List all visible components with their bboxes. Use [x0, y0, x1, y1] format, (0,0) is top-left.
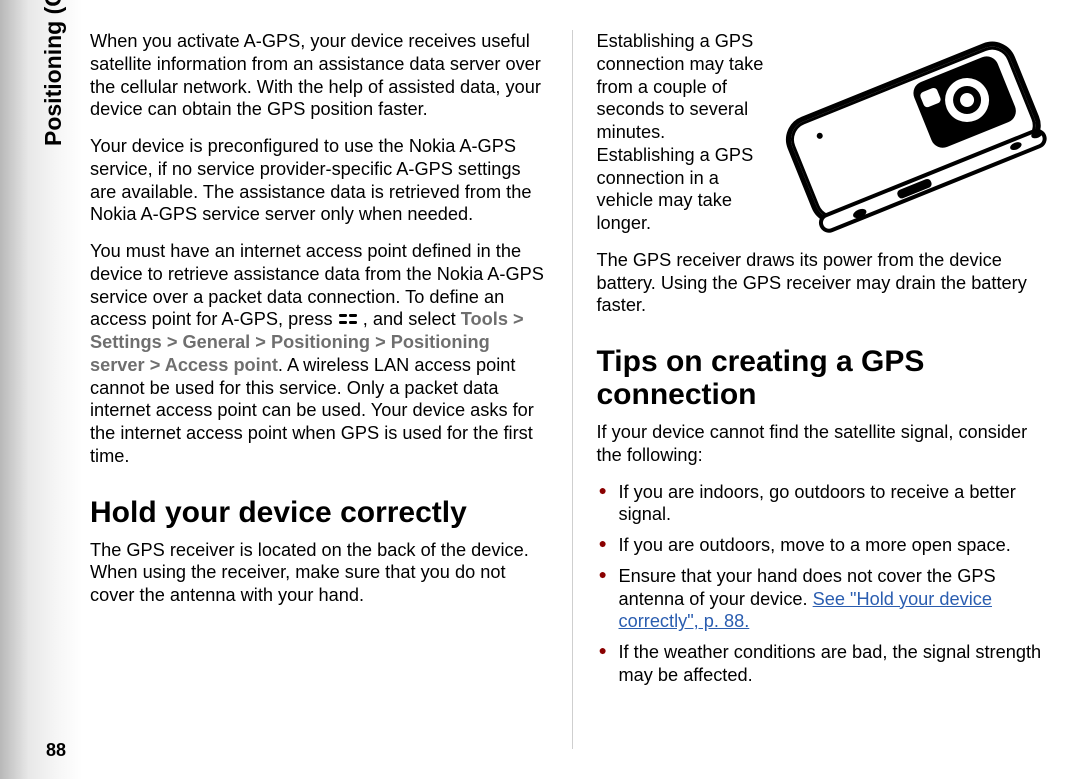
heading-hold-device: Hold your device correctly [90, 496, 548, 529]
tips-list: If you are indoors, go outdoors to recei… [597, 481, 1055, 695]
heading-tips-gps: Tips on creating a GPS connection [597, 345, 1055, 411]
menu-path-item: Access point [165, 355, 278, 375]
right-column: Establishing a GPS connection may take f… [597, 30, 1055, 749]
body-paragraph: When you activate A-GPS, your device rec… [90, 30, 548, 121]
body-text: , and select [363, 309, 461, 329]
tips-intro: If your device cannot find the satellite… [597, 421, 1055, 467]
body-paragraph: The GPS receiver is located on the back … [90, 539, 548, 607]
body-paragraph: Your device is preconfigured to use the … [90, 135, 548, 226]
body-paragraph: The GPS receiver draws its power from th… [597, 249, 1055, 317]
tip-text: If the weather conditions are bad, the s… [619, 642, 1042, 685]
list-item: If you are outdoors, move to a more open… [597, 534, 1055, 557]
separator-gt: > [255, 332, 271, 352]
tip-text: If you are indoors, go outdoors to recei… [619, 482, 1016, 525]
page-container: Positioning (GPS) 88 When you activate A… [0, 0, 1080, 779]
page-number: 88 [46, 740, 66, 761]
separator-gt: > [375, 332, 391, 352]
tip-text: If you are outdoors, move to a more open… [619, 535, 1011, 555]
list-item: If you are indoors, go outdoors to recei… [597, 481, 1055, 527]
body-paragraph: You must have an internet access point d… [90, 240, 548, 468]
section-side-label: Positioning (GPS) [40, 0, 67, 146]
menu-key-icon [338, 309, 363, 329]
separator-gt: > [167, 332, 183, 352]
column-divider [572, 30, 573, 749]
left-column: When you activate A-GPS, your device rec… [90, 30, 548, 749]
separator-gt: > [150, 355, 165, 375]
separator-gt: > [513, 309, 524, 329]
menu-path-item: Settings [90, 332, 162, 352]
content-area: When you activate A-GPS, your device rec… [82, 0, 1080, 779]
list-item: If the weather conditions are bad, the s… [597, 641, 1055, 687]
device-illustration [776, 30, 1054, 238]
wrap-row: Establishing a GPS connection may take f… [597, 30, 1055, 331]
menu-path-item: General [183, 332, 251, 352]
menu-path-item: Tools [461, 309, 508, 329]
menu-path-item: Positioning [271, 332, 370, 352]
list-item: Ensure that your hand does not cover the… [597, 565, 1055, 633]
left-margin: Positioning (GPS) 88 [0, 0, 82, 779]
